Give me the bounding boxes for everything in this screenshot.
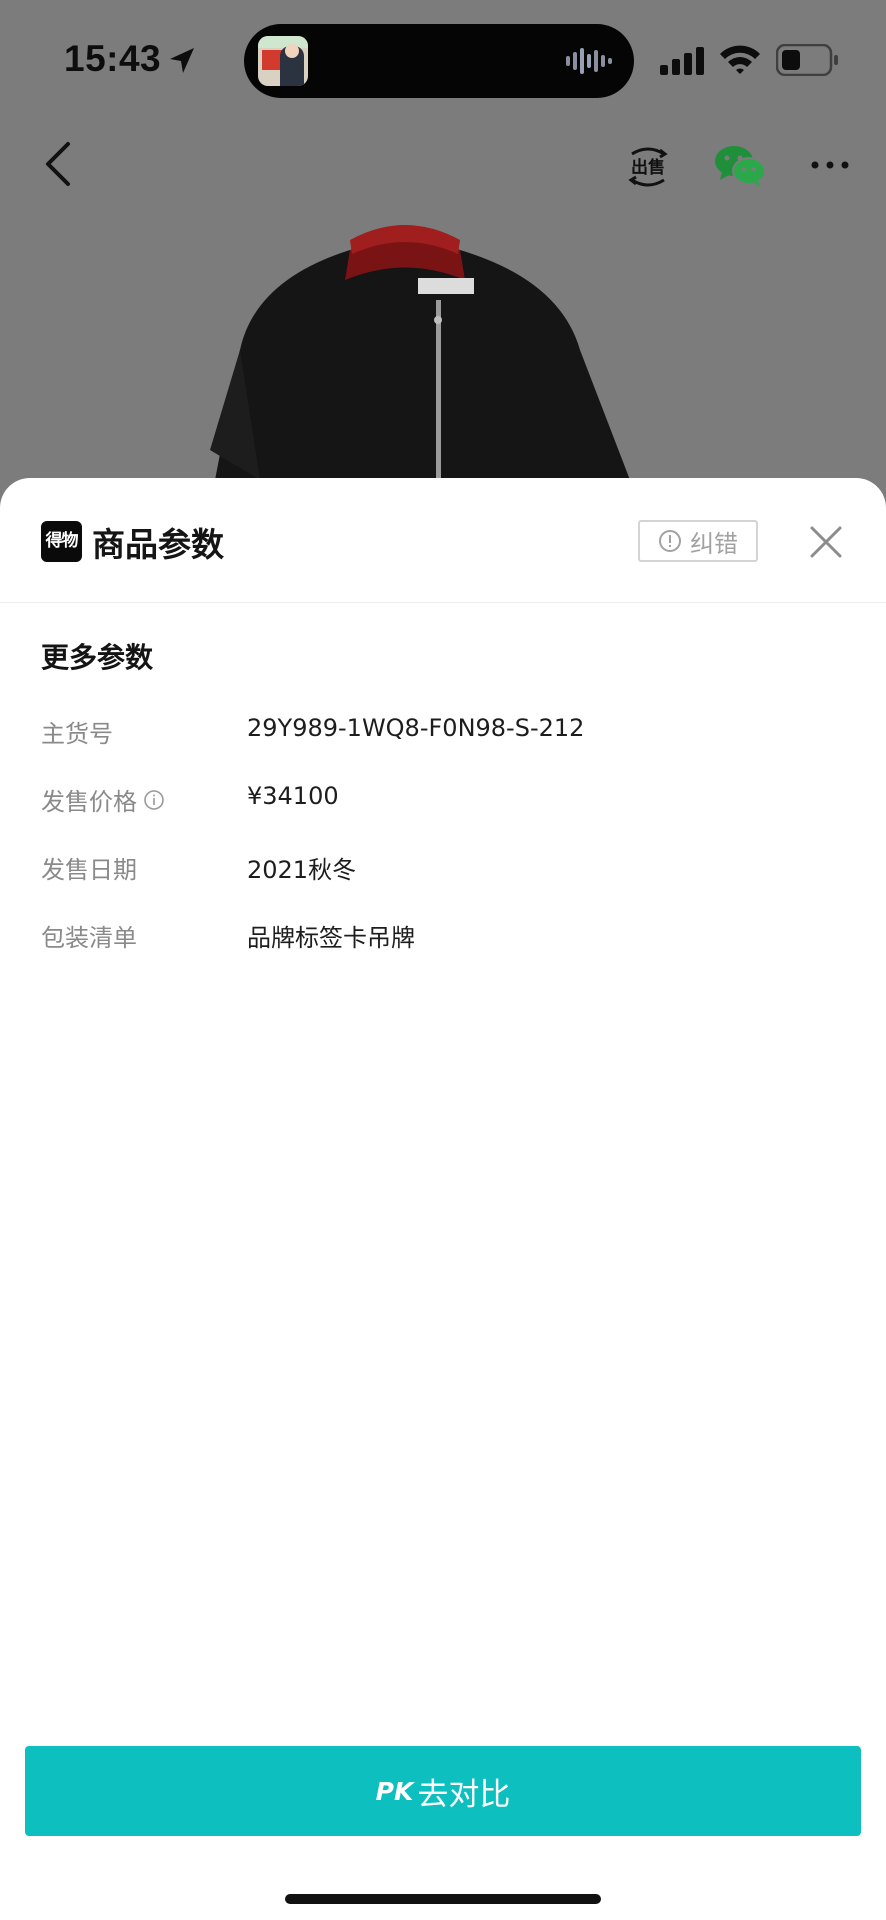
param-label: 发售日期 xyxy=(41,856,137,884)
battery-icon xyxy=(776,44,838,76)
more-icon[interactable] xyxy=(810,160,850,170)
sheet-header: 得物 商品参数 纠错 xyxy=(0,478,886,603)
info-circle-icon xyxy=(659,530,681,552)
back-icon[interactable] xyxy=(40,140,74,188)
param-row-price: 发售价格 ¥34100 xyxy=(41,782,861,822)
close-icon[interactable] xyxy=(806,522,846,562)
home-indicator[interactable] xyxy=(285,1894,601,1904)
sell-icon: 出售 xyxy=(628,147,668,187)
brand-logo: 得物 xyxy=(41,521,82,562)
pk-compare-label: 去对比 xyxy=(417,1776,511,1813)
product-image[interactable] xyxy=(200,220,680,500)
screen: 15:43 出售 得物 商品参数 纠错 更多参数 主货号 29Y989-1WQ8… xyxy=(0,0,886,1920)
param-label-wrap: 发售价格 xyxy=(41,782,165,817)
param-row-sku: 主货号 29Y989-1WQ8-F0N98-S-212 xyxy=(41,714,861,754)
wifi-icon xyxy=(720,45,760,74)
param-label: 发售价格 xyxy=(41,788,137,816)
pk-badge: PK xyxy=(375,1776,414,1806)
param-value: 29Y989-1WQ8-F0N98-S-212 xyxy=(247,714,585,742)
info-icon[interactable] xyxy=(143,789,165,811)
section-title: 更多参数 xyxy=(41,641,154,674)
pk-compare-button[interactable]: PK 去对比 xyxy=(25,1746,861,1836)
now-playing-thumbnail xyxy=(258,36,308,86)
wechat-icon[interactable] xyxy=(714,144,766,188)
signal-icon xyxy=(660,47,704,75)
param-label: 包装清单 xyxy=(41,924,137,952)
sell-button[interactable]: 出售 xyxy=(624,142,672,194)
correct-error-button[interactable]: 纠错 xyxy=(638,520,758,562)
dynamic-island[interactable] xyxy=(244,24,634,98)
status-time: 15:43 xyxy=(64,38,162,79)
sheet-title: 商品参数 xyxy=(92,525,224,564)
param-row-package: 包装清单 品牌标签卡吊牌 xyxy=(41,918,861,958)
param-value: ¥34100 xyxy=(247,782,339,810)
svg-text:出售: 出售 xyxy=(631,157,665,178)
correct-error-label: 纠错 xyxy=(690,529,738,558)
waveform-icon xyxy=(566,48,612,74)
product-params-sheet: 得物 商品参数 纠错 更多参数 主货号 29Y989-1WQ8-F0N98-S-… xyxy=(0,478,886,1920)
param-label: 主货号 xyxy=(41,720,113,748)
location-arrow-icon xyxy=(170,48,194,73)
param-value: 2021秋冬 xyxy=(247,856,357,884)
param-value: 品牌标签卡吊牌 xyxy=(247,924,415,952)
param-row-release-date: 发售日期 2021秋冬 xyxy=(41,850,861,890)
